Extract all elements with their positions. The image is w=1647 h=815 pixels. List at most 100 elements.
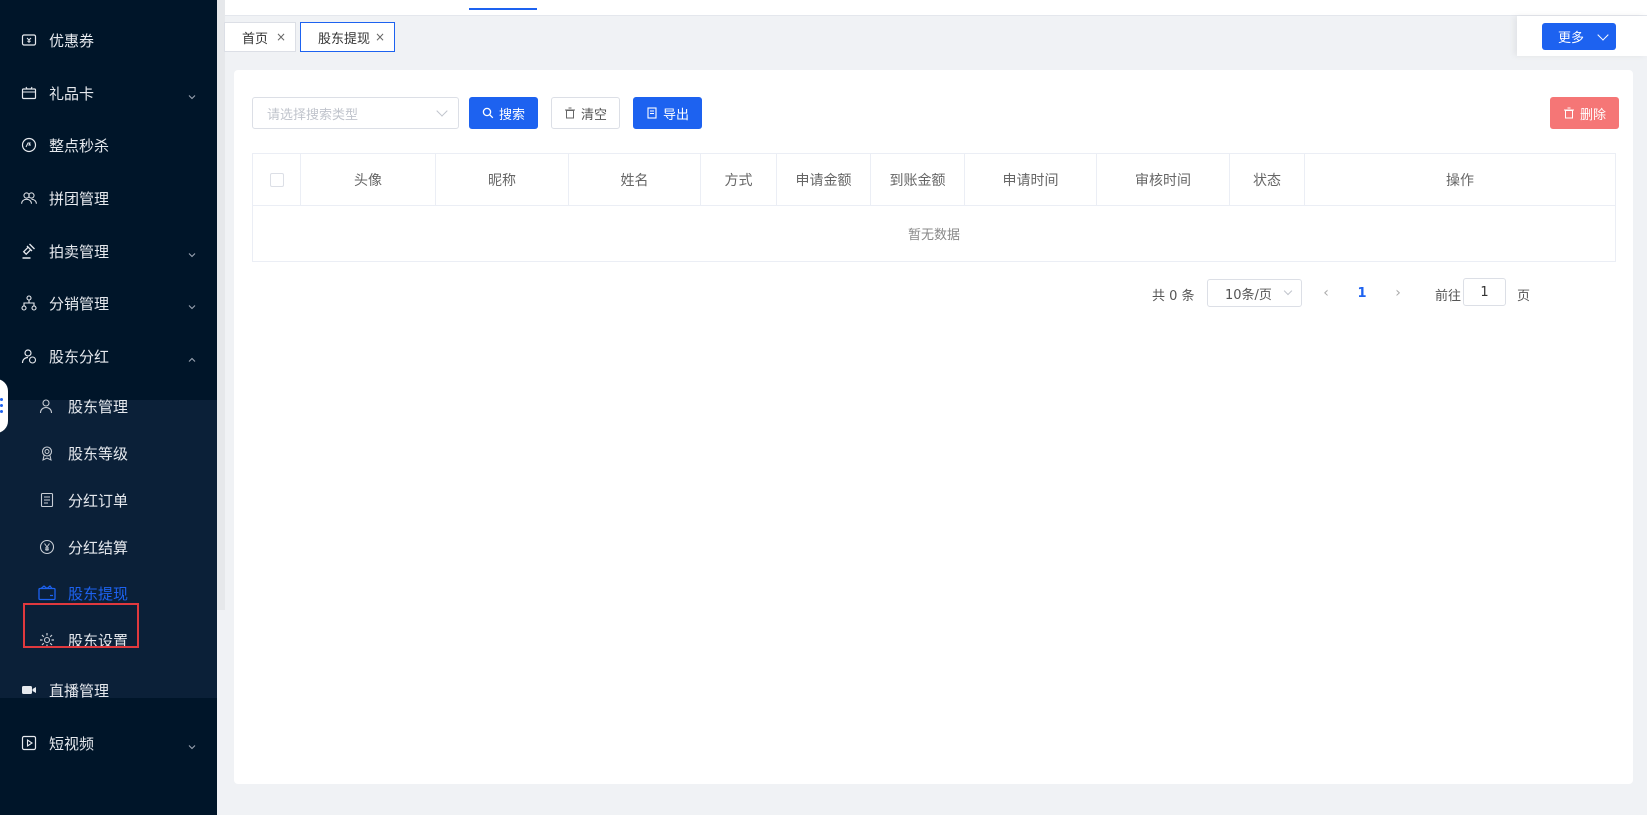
column-header[interactable]: 方式	[701, 154, 777, 206]
bottom-strip	[225, 784, 1647, 815]
submenu-item-label: 股东等级	[68, 444, 129, 463]
play-box-icon	[20, 734, 38, 752]
column-header[interactable]: 审核时间	[1097, 154, 1230, 206]
column-header[interactable]: 姓名	[569, 154, 701, 206]
page-size-value: 10条/页	[1225, 287, 1272, 303]
sidebar-item-after-0[interactable]: 直播管理	[0, 664, 217, 716]
goto-label: 前往	[1435, 288, 1462, 304]
withdrawal-table: 头像 昵称 姓名 方式 申请金额 到账金额 申请时间 审核时间 状态 操作 暂无…	[252, 153, 1616, 262]
chevron-down-icon	[187, 246, 197, 258]
clear-button-label: 清空	[580, 107, 607, 123]
sidebar-item-5[interactable]: 分销管理	[0, 277, 217, 329]
auction-gavel-icon	[20, 242, 38, 260]
sidebar-item-label: 分销管理	[49, 294, 110, 313]
column-header[interactable]: 状态	[1230, 154, 1305, 206]
search-button[interactable]: 搜索	[469, 97, 538, 129]
tab-label: 首页	[242, 31, 269, 47]
chevron-up-icon	[187, 351, 197, 362]
trash-icon	[1563, 107, 1575, 119]
column-header[interactable]: 申请金额	[777, 154, 871, 206]
close-icon[interactable]: ×	[375, 30, 385, 44]
search-type-select[interactable]: 请选择搜索类型	[252, 97, 459, 129]
page-tabs-bar: 首页 × 股东提现 ×	[224, 16, 1647, 56]
export-document-icon	[646, 107, 658, 119]
tab-label: 股东提现	[318, 31, 371, 47]
more-wrapper: 更多	[1517, 16, 1647, 56]
submenu-item-label: 股东管理	[68, 397, 129, 416]
sidebar-item-label: 直播管理	[49, 681, 110, 700]
delete-button[interactable]: 删除	[1550, 97, 1619, 129]
sidebar-item-2[interactable]: 整点秒杀	[0, 119, 217, 171]
more-button[interactable]: 更多	[1542, 23, 1616, 50]
goto-page-input[interactable]	[1463, 278, 1506, 306]
trash-icon	[564, 107, 576, 119]
table-header: 头像 昵称 姓名 方式 申请金额 到账金额 申请时间 审核时间 状态 操作	[253, 154, 1615, 206]
submenu-item-label: 分红订单	[68, 491, 129, 510]
search-type-placeholder: 请选择搜索类型	[267, 107, 359, 123]
select-all-checkbox[interactable]	[269, 173, 284, 187]
sidebar-item-6[interactable]: 股东分红	[0, 330, 217, 382]
yuan-icon	[38, 538, 56, 556]
shareholder-icon	[20, 347, 38, 365]
submenu-item-label: 分红结算	[68, 538, 129, 557]
export-button[interactable]: 导出	[633, 97, 702, 129]
sidebar-item-0[interactable]: 优惠券	[0, 14, 217, 66]
submenu-item-2[interactable]: 分红订单	[0, 477, 217, 523]
video-camera-icon	[20, 681, 38, 699]
prev-page-button[interactable]: ‹	[1316, 279, 1336, 307]
submenu-item-0[interactable]: 股东管理	[0, 383, 217, 429]
delete-button-label: 删除	[1579, 107, 1606, 123]
column-header[interactable]: 申请时间	[965, 154, 1097, 206]
page-number-current[interactable]: 1	[1352, 279, 1372, 307]
sidebar-item-label: 优惠券	[49, 31, 95, 50]
sidebar-item-1[interactable]: 礼品卡	[0, 67, 217, 119]
sidebar-item-label: 整点秒杀	[49, 136, 110, 155]
sidebar-item-4[interactable]: 拍卖管理	[0, 225, 217, 277]
chevron-down-icon	[436, 105, 448, 117]
sidebar: 优惠券礼品卡整点秒杀拼团管理拍卖管理分销管理股东分红 股东管理股东等级分红订单分…	[0, 0, 217, 815]
total-count: 共 0 条	[1152, 288, 1195, 304]
sidebar-item-label: 拼团管理	[49, 189, 110, 208]
search-icon	[482, 107, 494, 119]
top-header	[225, 0, 1647, 16]
submenu-item-1[interactable]: 股东等级	[0, 430, 217, 476]
sidebar-item-label: 拍卖管理	[49, 242, 110, 261]
column-header[interactable]: 操作	[1305, 154, 1615, 206]
sidebar-collapse-handle[interactable]	[0, 379, 8, 433]
group-buy-icon	[20, 189, 38, 207]
document-icon	[38, 491, 56, 509]
user-icon	[38, 397, 56, 415]
select-all-cell	[253, 154, 301, 206]
search-button-label: 搜索	[498, 107, 525, 123]
page-suffix-label: 页	[1517, 288, 1531, 304]
ticket-icon	[20, 31, 38, 49]
tab-home[interactable]: 首页 ×	[224, 22, 296, 52]
tab-shareholder-withdrawal[interactable]: 股东提现 ×	[300, 22, 395, 52]
page-size-select[interactable]: 10条/页	[1207, 279, 1302, 307]
column-header[interactable]: 到账金额	[871, 154, 965, 206]
submenu-item-label: 股东提现	[68, 584, 129, 603]
submenu-item-3[interactable]: 分红结算	[0, 524, 217, 570]
chevron-down-icon	[1283, 286, 1293, 296]
gift-card-icon	[20, 84, 38, 102]
chevron-down-icon	[1597, 29, 1609, 41]
chevron-down-icon	[187, 738, 197, 750]
clear-button[interactable]: 清空	[551, 97, 620, 129]
column-header[interactable]: 头像	[301, 154, 436, 206]
sidebar-scrollbar[interactable]	[217, 0, 225, 610]
sidebar-item-3[interactable]: 拼团管理	[0, 172, 217, 224]
close-icon[interactable]: ×	[276, 30, 286, 44]
sidebar-item-label: 股东分红	[49, 347, 110, 366]
chevron-down-icon	[187, 298, 197, 310]
sidebar-item-after-1[interactable]: 短视频	[0, 717, 217, 769]
active-item-highlight-box	[23, 603, 139, 648]
next-page-button[interactable]: ›	[1388, 279, 1408, 307]
export-button-label: 导出	[662, 107, 689, 123]
column-header[interactable]: 昵称	[436, 154, 569, 206]
main-panel: 请选择搜索类型 搜索 清空 导出 删除 头像 昵称 姓名 方式 申请金额 到账金…	[234, 70, 1633, 784]
empty-state-text: 暂无数据	[907, 228, 960, 243]
badge-icon	[38, 444, 56, 462]
sidebar-item-label: 礼品卡	[49, 84, 95, 103]
chevron-down-icon	[187, 88, 197, 100]
header-active-indicator	[469, 8, 537, 10]
